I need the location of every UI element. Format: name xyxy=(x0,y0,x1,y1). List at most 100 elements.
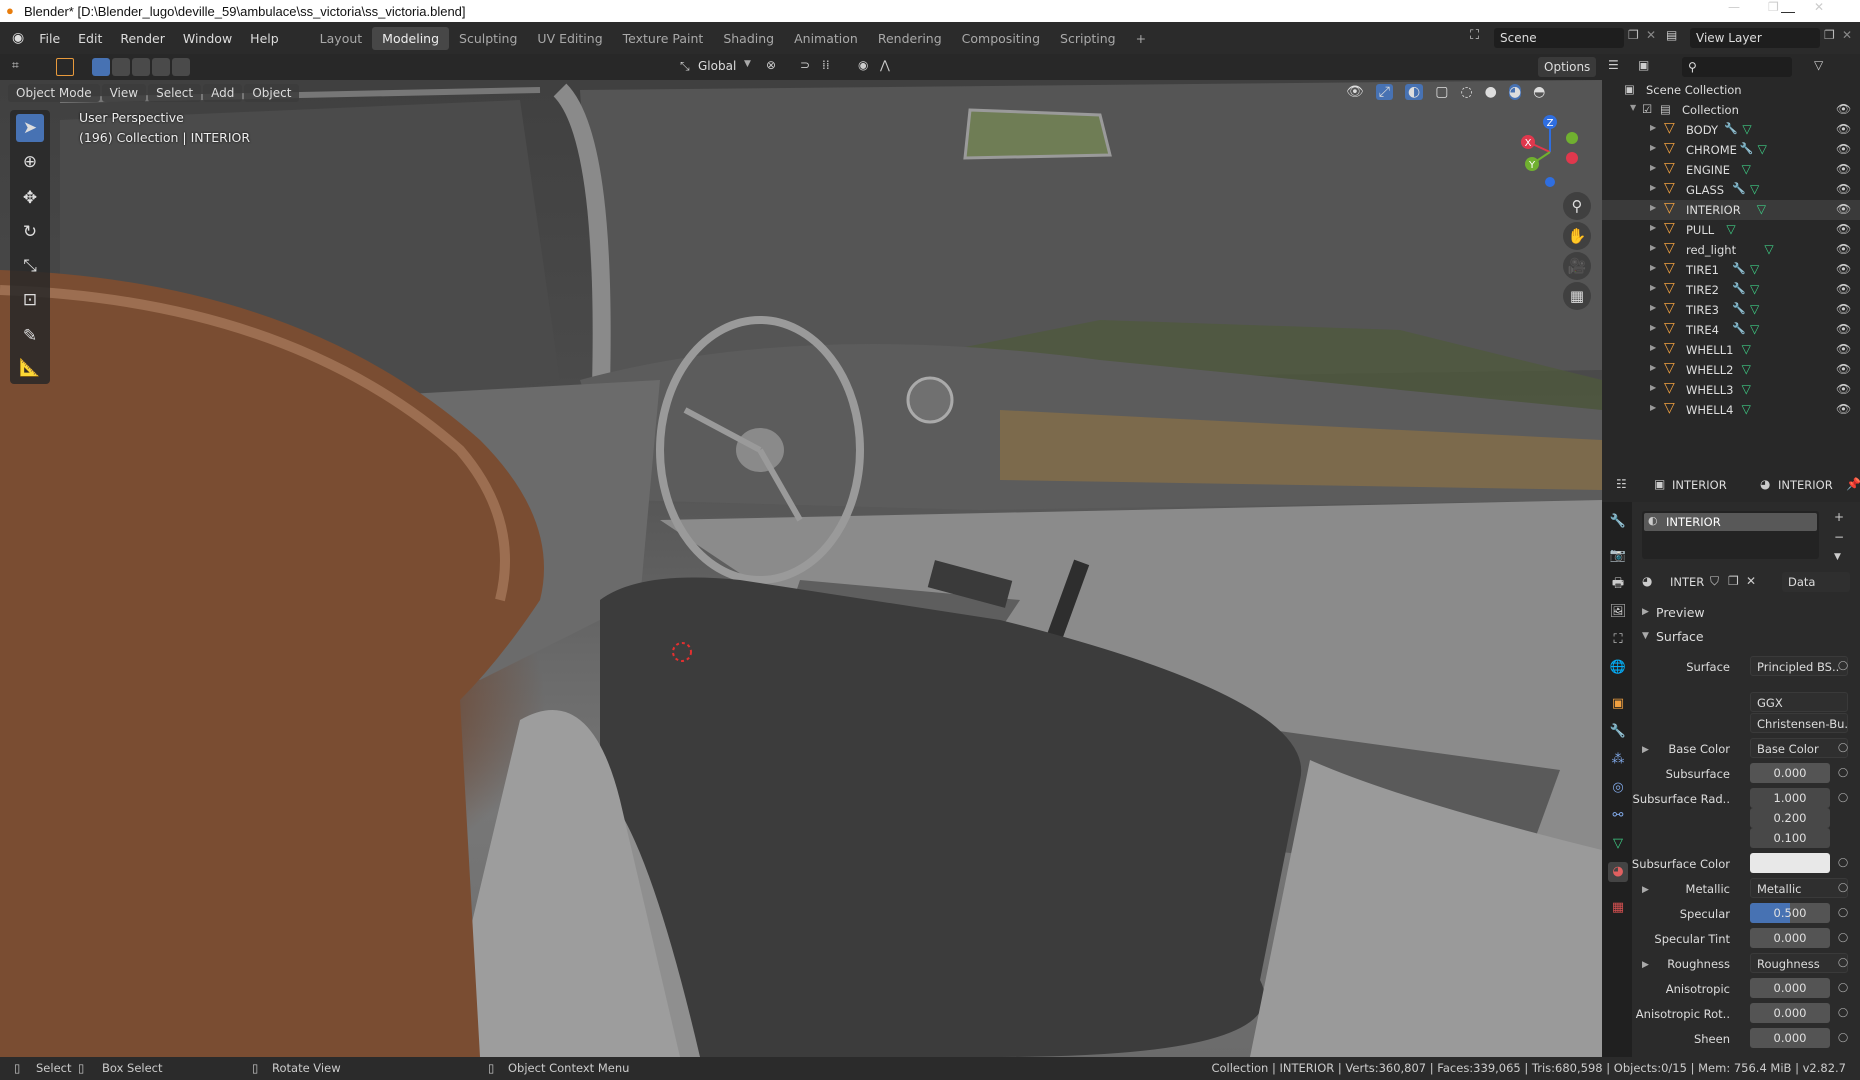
visibility-icon[interactable]: 👁 xyxy=(1346,84,1364,100)
socket-icon[interactable]: ◯ xyxy=(1838,983,1848,993)
minimize-window-button[interactable]: — xyxy=(1728,0,1740,14)
collection-row[interactable]: ▼ ☑ ▤ Collection 👁 xyxy=(1602,100,1860,120)
mesh-data-icon[interactable]: ▽ xyxy=(1742,162,1751,176)
mesh-data-icon[interactable]: ▽ xyxy=(1758,142,1767,156)
menu-file[interactable]: File xyxy=(30,31,69,46)
socket-icon[interactable]: ◯ xyxy=(1838,933,1848,943)
texture-tab-icon[interactable]: ▦ xyxy=(1608,898,1628,918)
unlink-material-icon[interactable]: ✕ xyxy=(1746,574,1756,588)
expand-icon[interactable]: ▶ xyxy=(1650,383,1656,392)
link-dropdown[interactable]: Data xyxy=(1782,572,1850,592)
close-window-button[interactable]: ✕ xyxy=(1814,0,1824,14)
eye-icon[interactable]: 👁 xyxy=(1836,182,1851,196)
select-tool-icon[interactable]: ➤ xyxy=(16,114,44,142)
modifier-icon[interactable]: 🔧 xyxy=(1732,262,1746,275)
subsurface-color-swatch[interactable] xyxy=(1750,853,1830,873)
menu-edit[interactable]: Edit xyxy=(69,31,111,46)
material-tab-icon[interactable]: ◕ xyxy=(1608,862,1628,882)
surface-collapse-icon[interactable]: ▼ xyxy=(1642,631,1649,641)
mesh-data-icon[interactable]: ▽ xyxy=(1742,402,1751,416)
socket-icon[interactable]: ◯ xyxy=(1838,908,1848,918)
eye-icon[interactable]: 👁 xyxy=(1836,222,1851,236)
select-mode-intersect-icon[interactable] xyxy=(172,58,190,76)
viewport-menu-view[interactable]: View xyxy=(101,84,147,102)
scale-tool-icon[interactable]: ⤡ xyxy=(16,252,44,280)
distribution-dropdown[interactable]: GGX xyxy=(1750,692,1848,712)
pan-view-icon[interactable]: ✋ xyxy=(1563,222,1591,250)
tab-texture-paint[interactable]: Texture Paint xyxy=(613,27,714,50)
view-layer-tab-icon[interactable]: 🖼 xyxy=(1608,602,1628,622)
eye-icon[interactable]: 👁 xyxy=(1836,302,1851,316)
move-tool-icon[interactable]: ✥ xyxy=(16,184,44,212)
scene-collection-row[interactable]: ▣ Scene Collection xyxy=(1602,80,1860,100)
transform-orientation-dropdown[interactable]: Global xyxy=(698,59,736,73)
roughness-input[interactable]: Roughness xyxy=(1750,953,1848,973)
browse-material-icon[interactable]: ◕ xyxy=(1642,574,1652,588)
expand-icon[interactable]: ▶ xyxy=(1650,343,1656,352)
rotate-tool-icon[interactable]: ↻ xyxy=(16,218,44,246)
physics-tab-icon[interactable]: ◎ xyxy=(1608,778,1628,798)
socket-icon[interactable]: ◯ xyxy=(1838,958,1848,968)
perspective-toggle-icon[interactable]: ▦ xyxy=(1563,282,1591,310)
menu-render[interactable]: Render xyxy=(111,31,174,46)
editor-type-icon[interactable]: ⌗ xyxy=(12,58,19,73)
surface-shader-dropdown[interactable]: Principled BS.. xyxy=(1750,656,1848,676)
delete-scene-icon[interactable]: ✕ xyxy=(1646,28,1656,42)
expand-icon[interactable]: ▶ xyxy=(1650,403,1656,412)
select-mode-invert-icon[interactable] xyxy=(152,58,170,76)
socket-icon[interactable]: ◯ xyxy=(1838,883,1848,893)
xray-icon[interactable]: ▢ xyxy=(1435,84,1448,100)
new-view-layer-icon[interactable]: ❐ xyxy=(1824,28,1835,42)
modifier-tab-icon[interactable]: 🔧 xyxy=(1608,722,1628,742)
eye-icon[interactable]: 👁 xyxy=(1836,142,1851,156)
eye-icon[interactable]: 👁 xyxy=(1836,162,1851,176)
viewport-menu-add[interactable]: Add xyxy=(203,84,243,102)
particles-tab-icon[interactable]: ⁂ xyxy=(1608,750,1628,770)
cursor-tool-icon[interactable]: ⊕ xyxy=(16,148,44,176)
filter-icon[interactable]: ▽ xyxy=(1814,58,1823,72)
mesh-data-icon[interactable]: ▽ xyxy=(1726,222,1735,236)
navigation-gizmo[interactable]: Z X Y xyxy=(1510,112,1590,192)
tab-uv-editing[interactable]: UV Editing xyxy=(527,27,612,50)
outliner-item-engine[interactable]: ▶ ▽ ENGINE ▽ 👁 xyxy=(1602,160,1860,180)
eye-icon[interactable]: 👁 xyxy=(1836,262,1851,276)
zoom-view-icon[interactable]: ⚲ xyxy=(1563,192,1591,220)
socket-icon[interactable]: ◯ xyxy=(1838,1033,1848,1043)
tab-sculpting[interactable]: Sculpting xyxy=(449,27,527,50)
active-tool-icon[interactable] xyxy=(56,58,74,76)
base-color-expand-icon[interactable]: ▶ xyxy=(1642,745,1649,755)
anisotropic-rotation-field[interactable]: 0.000 xyxy=(1750,1003,1830,1023)
eye-icon[interactable]: 👁 xyxy=(1836,122,1851,136)
specular-tint-field[interactable]: 0.000 xyxy=(1750,928,1830,948)
eye-icon[interactable]: 👁 xyxy=(1836,402,1851,416)
pivot-icon[interactable]: ⊗ xyxy=(766,58,776,72)
socket-icon[interactable]: ◯ xyxy=(1838,793,1848,803)
snap-icon[interactable]: ⊃ xyxy=(800,58,810,72)
mesh-data-icon[interactable]: ▽ xyxy=(1742,362,1751,376)
pin-icon[interactable]: 📌 xyxy=(1846,477,1860,491)
expand-icon[interactable]: ▶ xyxy=(1650,363,1656,372)
object-mode-dropdown[interactable]: Object Mode xyxy=(8,84,100,102)
eye-icon[interactable]: 👁 xyxy=(1836,202,1851,216)
scene-tab-icon[interactable]: ⛶ xyxy=(1608,630,1628,650)
eye-icon[interactable]: 👁 xyxy=(1836,242,1851,256)
outliner-item-tire1[interactable]: ▶ ▽ TIRE1 🔧 ▽ 👁 xyxy=(1602,260,1860,280)
modifier-icon[interactable]: 🔧 xyxy=(1740,142,1754,155)
tool-tab-icon[interactable]: 🔧 xyxy=(1608,512,1628,532)
material-slot-row[interactable]: ◐ INTERIOR xyxy=(1644,513,1817,531)
mesh-data-icon[interactable]: ▽ xyxy=(1757,202,1766,216)
modifier-icon[interactable]: 🔧 xyxy=(1732,182,1746,195)
eye-icon[interactable]: 👁 xyxy=(1836,362,1851,376)
expand-icon[interactable]: ▶ xyxy=(1650,163,1656,172)
anisotropic-field[interactable]: 0.000 xyxy=(1750,978,1830,998)
mesh-data-icon[interactable]: ▽ xyxy=(1750,182,1759,196)
metallic-expand-icon[interactable]: ▶ xyxy=(1642,885,1649,895)
expand-icon[interactable]: ▶ xyxy=(1650,283,1656,292)
surface-panel-header[interactable]: Surface xyxy=(1656,629,1704,644)
mesh-data-icon[interactable]: ▽ xyxy=(1750,282,1759,296)
outliner-item-tire3[interactable]: ▶ ▽ TIRE3 🔧 ▽ 👁 xyxy=(1602,300,1860,320)
outliner-item-whell3[interactable]: ▶ ▽ WHELL3 ▽ 👁 xyxy=(1602,380,1860,400)
roughness-expand-icon[interactable]: ▶ xyxy=(1642,960,1649,970)
remove-slot-icon[interactable]: − xyxy=(1834,530,1844,544)
tab-shading[interactable]: Shading xyxy=(713,27,784,50)
